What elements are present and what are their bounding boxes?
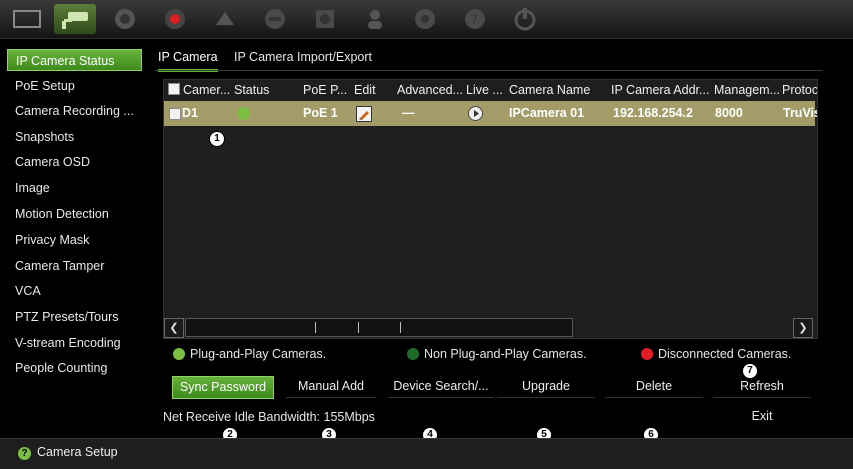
non-plug-and-play-dot-icon (407, 348, 419, 360)
sidebar-item-vca[interactable]: VCA (7, 280, 142, 302)
storage-icon[interactable] (304, 4, 346, 34)
tab-ip-camera-import-export[interactable]: IP Camera Import/Export (234, 45, 372, 69)
scroll-left-button[interactable]: ❮ (164, 318, 184, 338)
legend-non-plug-and-play: Non Plug-and-Play Cameras. (407, 346, 587, 362)
table-row[interactable]: D1 PoE 1 — IPCamera 01 192.168.254.2 800… (164, 101, 818, 126)
camera-icon[interactable] (54, 4, 96, 34)
sidebar-item-privacy-mask[interactable]: Privacy Mask (7, 229, 142, 251)
column-header-advanced[interactable]: Advanced... (397, 80, 465, 100)
scrollbar-tick (315, 322, 316, 333)
column-header-camera[interactable]: Camer... (168, 80, 236, 100)
display-icon[interactable] (6, 4, 48, 34)
network-icon[interactable] (104, 4, 146, 34)
camera-table: Camer... Status PoE P... Edit Advanced..… (163, 79, 818, 339)
camera-id: D1 (182, 106, 198, 120)
tab-divider (155, 70, 823, 71)
status-bar: ? Camera Setup (0, 438, 853, 469)
ip-address-value: 192.168.254.2 (613, 106, 693, 120)
column-header-edit[interactable]: Edit (354, 80, 394, 100)
user-icon[interactable] (354, 4, 396, 34)
select-all-checkbox[interactable] (168, 83, 180, 95)
status-online-icon (237, 107, 250, 120)
sidebar-item-snapshots[interactable]: Snapshots (7, 126, 142, 148)
column-header-poe-port[interactable]: PoE P... (303, 80, 353, 100)
column-header-management-port[interactable]: Managem... (714, 80, 782, 100)
poe-port-value: PoE 1 (303, 106, 338, 120)
callout-marker: 7 (742, 363, 758, 379)
alarm-icon[interactable] (204, 4, 246, 34)
upgrade-button[interactable]: Upgrade (497, 376, 595, 398)
manual-add-button[interactable]: Manual Add (286, 376, 376, 398)
system-icon[interactable] (404, 4, 446, 34)
row-checkbox[interactable] (169, 108, 181, 120)
sidebar-menu: IP Camera Status PoE Setup Camera Record… (3, 45, 146, 435)
horizontal-scrollbar[interactable] (185, 318, 573, 337)
scroll-right-button[interactable]: ❯ (793, 318, 813, 338)
sidebar-item-camera-recording[interactable]: Camera Recording ... (7, 100, 142, 122)
top-toolbar: ? (0, 0, 853, 39)
chevron-right-icon: ❯ (798, 322, 808, 334)
management-port-value: 8000 (715, 106, 743, 120)
chevron-left-icon: ❮ (169, 322, 179, 334)
edit-icon[interactable] (356, 106, 372, 122)
sidebar-item-v-stream-encoding[interactable]: V-stream Encoding (7, 332, 142, 354)
protocol-value: TruVis (783, 106, 818, 120)
delete-button[interactable]: Delete (605, 376, 703, 398)
device-search-button[interactable]: Device Search/... (388, 376, 494, 398)
help-icon[interactable]: ? (454, 4, 496, 34)
legend-plug-and-play: Plug-and-Play Cameras. (173, 346, 326, 362)
advanced-value: — (402, 106, 415, 120)
sidebar-item-motion-detection[interactable]: Motion Detection (7, 203, 142, 225)
sidebar-item-poe-setup[interactable]: PoE Setup (7, 75, 142, 97)
sidebar-item-camera-tamper[interactable]: Camera Tamper (7, 255, 142, 277)
device-icon[interactable] (254, 4, 296, 34)
callout-marker: 1 (209, 131, 225, 147)
info-icon: ? (18, 447, 31, 460)
scrollbar-tick (358, 322, 359, 333)
disconnected-dot-icon (641, 348, 653, 360)
sidebar-item-ptz-presets-tours[interactable]: PTZ Presets/Tours (7, 306, 142, 328)
plug-and-play-dot-icon (173, 348, 185, 360)
sidebar-item-image[interactable]: Image (7, 177, 142, 199)
column-header-status[interactable]: Status (234, 80, 294, 100)
record-icon[interactable] (154, 4, 196, 34)
camera-name-value: IPCamera 01 (509, 106, 585, 120)
refresh-button[interactable]: Refresh (713, 376, 811, 398)
legend-disconnected: Disconnected Cameras. (641, 346, 791, 362)
sync-password-button[interactable]: Sync Password (172, 376, 274, 399)
sidebar-item-ip-camera-status[interactable]: IP Camera Status (7, 49, 142, 71)
status-bar-label: Camera Setup (37, 445, 118, 459)
sidebar-item-camera-osd[interactable]: Camera OSD (7, 151, 142, 173)
live-view-play-icon[interactable] (468, 106, 483, 121)
scrollbar-tick (400, 322, 401, 333)
sidebar-item-people-counting[interactable]: People Counting (7, 357, 142, 379)
column-header-live-view[interactable]: Live ... (466, 80, 508, 100)
column-header-ip-address[interactable]: IP Camera Addr... (611, 80, 713, 100)
column-header-protocol[interactable]: Protoc (782, 80, 817, 100)
net-receive-idle-bandwidth: Net Receive Idle Bandwidth: 155Mbps (163, 410, 375, 424)
power-icon[interactable] (504, 4, 546, 34)
column-header-camera-name[interactable]: Camera Name (509, 80, 609, 100)
tab-ip-camera[interactable]: IP Camera (158, 45, 218, 72)
svg-text:?: ? (471, 13, 478, 28)
exit-button[interactable]: Exit (713, 406, 811, 427)
